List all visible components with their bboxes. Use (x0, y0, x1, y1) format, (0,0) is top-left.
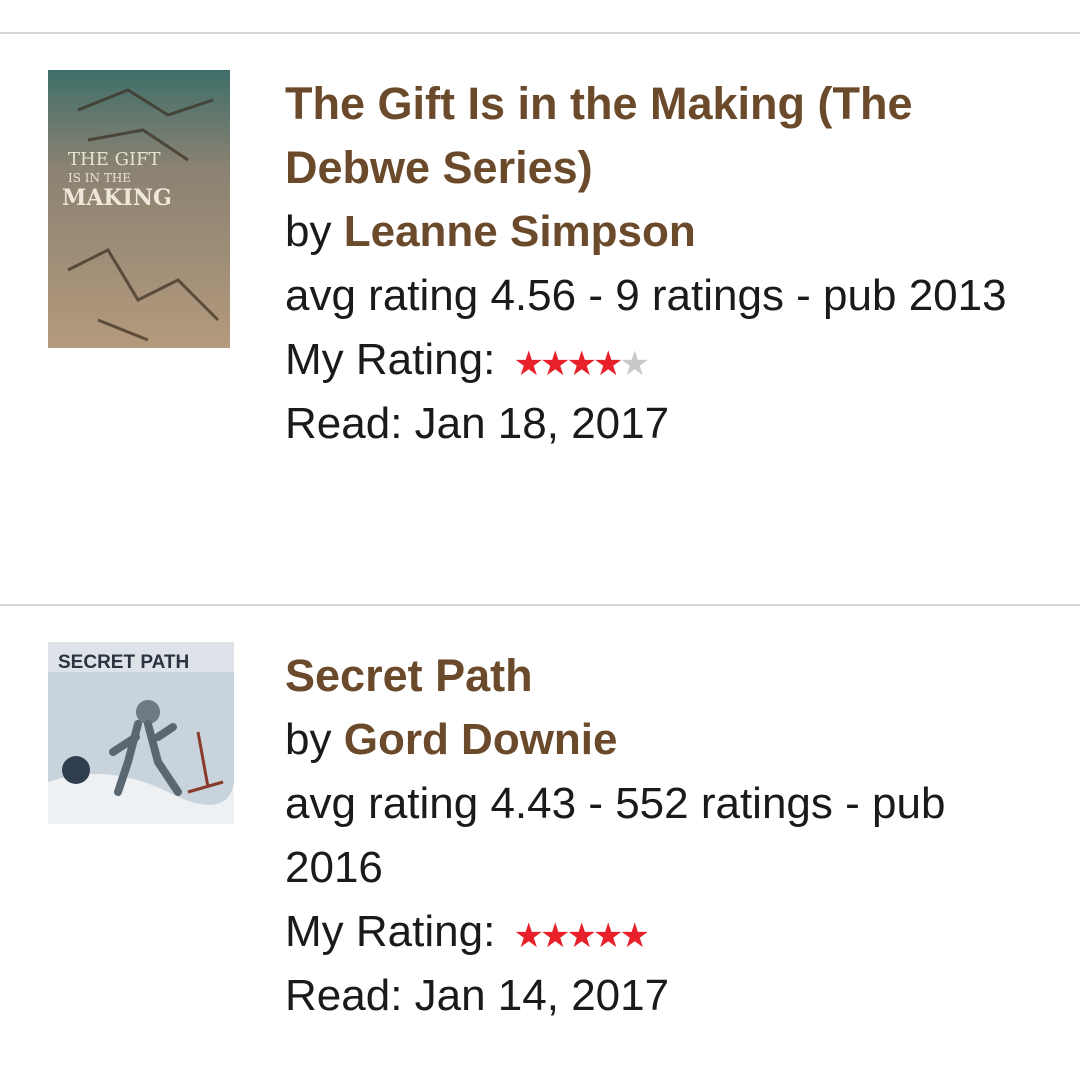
book-cover[interactable]: THE GIFT IS IN THE MAKING (48, 70, 230, 348)
read-date: Read: Jan 14, 2017 (285, 971, 670, 1020)
author-link[interactable]: Leanne Simpson (344, 207, 696, 256)
star-icon[interactable]: ★ (593, 345, 624, 383)
my-rating-label: My Rating: (285, 907, 496, 956)
book-stats: avg rating 4.43 - 552 ratings - pub 2016 (285, 779, 946, 892)
book-title[interactable]: Secret Path (285, 644, 1055, 708)
author-line: by Leanne Simpson (285, 200, 1055, 264)
author-link[interactable]: Gord Downie (344, 715, 618, 764)
my-rating-row: My Rating: ★★★★★ (285, 900, 1055, 958)
by-label: by (285, 207, 332, 256)
by-label: by (285, 715, 332, 764)
star-icon[interactable]: ★ (540, 345, 571, 383)
my-rating-row: My Rating: ★★★★★ (285, 328, 1055, 386)
cover-title-line-2: IS IN THE (68, 171, 131, 185)
star-icon[interactable]: ★ (540, 917, 571, 955)
star-icon[interactable]: ★ (619, 345, 650, 383)
star-icon[interactable]: ★ (593, 917, 624, 955)
author-line: by Gord Downie (285, 708, 1055, 772)
book-title[interactable]: The Gift Is in the Making (The Debwe Ser… (285, 72, 1055, 200)
book-stats: avg rating 4.56 - 9 ratings - pub 2013 (285, 271, 1007, 320)
star-icon[interactable]: ★ (567, 917, 598, 955)
entry-divider (0, 604, 1080, 606)
my-rating-stars[interactable]: ★★★★★ (514, 329, 650, 386)
book-cover-image: THE GIFT IS IN THE MAKING (48, 70, 230, 348)
star-icon[interactable]: ★ (567, 345, 598, 383)
cover-title-line-1: THE GIFT (68, 149, 161, 170)
read-date: Read: Jan 18, 2017 (285, 399, 670, 448)
star-icon[interactable]: ★ (514, 345, 545, 383)
my-rating-stars[interactable]: ★★★★★ (514, 901, 650, 958)
book-cover[interactable]: SECRET PATH (48, 642, 234, 824)
cover-title-line-3: MAKING (62, 185, 172, 211)
cover-title: SECRET PATH (58, 652, 189, 673)
star-icon[interactable]: ★ (514, 917, 545, 955)
top-divider (0, 32, 1080, 34)
my-rating-label: My Rating: (285, 335, 496, 384)
star-icon[interactable]: ★ (619, 917, 650, 955)
book-cover-image: SECRET PATH (48, 642, 234, 824)
